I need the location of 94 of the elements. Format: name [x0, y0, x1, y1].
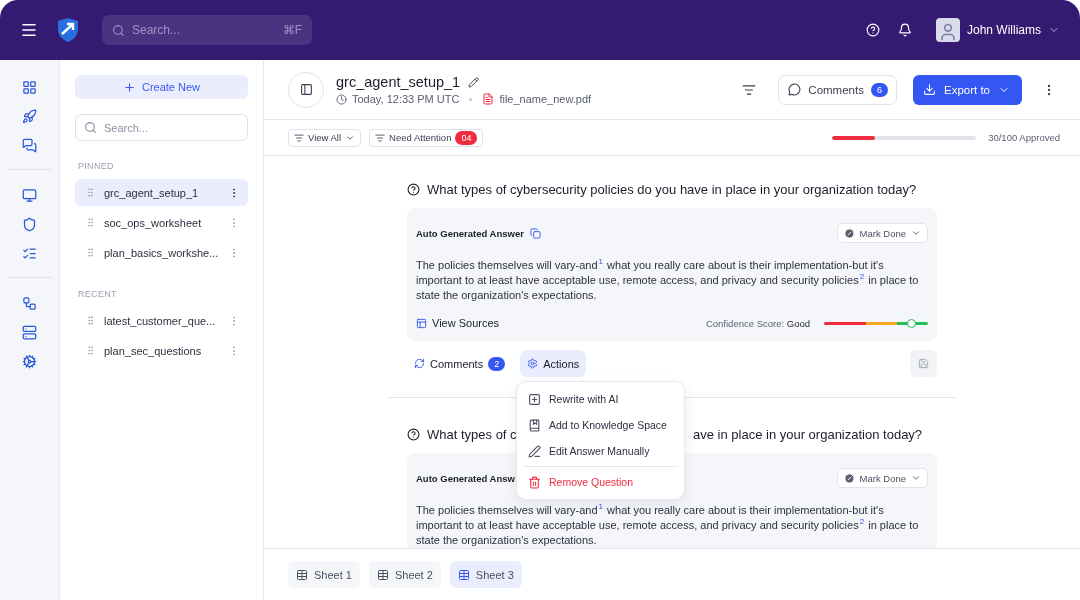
- sidebar-item[interactable]: plan_basics_workshe...: [75, 239, 248, 266]
- shield-logo-icon: [56, 17, 80, 43]
- menu-item[interactable]: Add to Knowledge Space: [517, 412, 684, 438]
- menu-icon[interactable]: [20, 21, 38, 39]
- comments-button[interactable]: Comments 6: [778, 74, 897, 105]
- monitor-icon[interactable]: [22, 188, 37, 203]
- answer-label: Auto Generated Answer: [416, 227, 524, 239]
- menu-item[interactable]: Edit Answer Manually: [517, 438, 684, 464]
- answer-text: The policies themselves will vary-and$^{1}$ what you really care about is their implementation-but it's important to at least have acceptable use, remote access, and privacy and security policies$^{2}$ in place to state the organization's expectations.: [416, 501, 920, 548]
- table-icon: [376, 568, 389, 581]
- filter-chip[interactable]: Need Attention 04: [369, 128, 484, 147]
- item-label: latest_customer_que...: [104, 314, 217, 327]
- help-icon: [407, 427, 420, 441]
- view-sources-button[interactable]: View Sources: [416, 317, 500, 329]
- status-circle-icon: [843, 472, 855, 484]
- comments-button[interactable]: Comments 2: [407, 350, 513, 377]
- sidebar-item[interactable]: soc_ops_worksheet: [75, 209, 248, 236]
- bookmark-book-icon: [528, 418, 541, 432]
- download-icon: [922, 83, 936, 96]
- checklist-icon[interactable]: [22, 246, 37, 261]
- mark-done-dropdown[interactable]: Mark Done: [836, 468, 928, 488]
- drag-handle-icon[interactable]: [85, 315, 96, 326]
- copy-icon[interactable]: [529, 227, 541, 239]
- table-icon: [296, 568, 308, 581]
- bell-icon[interactable]: [898, 23, 912, 37]
- server-icon[interactable]: [22, 325, 37, 340]
- avatar-silhouette: [936, 18, 960, 42]
- rocket-icon[interactable]: [22, 109, 37, 124]
- search-icon: [112, 23, 125, 37]
- search-icon: [84, 121, 97, 134]
- actions-button[interactable]: Actions: [520, 350, 587, 377]
- drag-handle-icon[interactable]: [85, 345, 96, 356]
- sidebar-item[interactable]: plan_sec_questions: [75, 337, 248, 364]
- create-new-button[interactable]: Create New: [75, 75, 248, 99]
- question-text: ave in place in your organization today?: [693, 426, 923, 442]
- table-icon: [457, 568, 470, 581]
- filter-button[interactable]: [742, 82, 757, 97]
- item-label: plan_sec_questions: [104, 344, 203, 357]
- status-circle-icon: [843, 227, 855, 239]
- progress-label: 30/100 Approved: [988, 132, 1060, 143]
- answer-label: Auto Generated Answ: [416, 472, 515, 484]
- answer-text: The policies themselves will vary-and$^{1}$ what you really care about is their implementation-but it's important to at least have acceptable use, remote access, and privacy and security policies$^{2}$ in place to state the organization's expectations.: [416, 256, 920, 303]
- help-icon[interactable]: [866, 23, 880, 37]
- question-text: What types of c: [427, 426, 517, 442]
- gear-icon[interactable]: [22, 354, 37, 369]
- section-title: RECENT: [78, 289, 118, 299]
- sidebar-panel-icon: [299, 83, 313, 96]
- sheet-tab[interactable]: Sheet 2: [368, 561, 441, 588]
- gear-icon: [527, 358, 539, 369]
- sidebar-item[interactable]: latest_customer_que...: [75, 307, 248, 334]
- document-title: grc_agent_setup_1: [336, 74, 461, 90]
- refresh-icon: [414, 358, 425, 369]
- filter-icon: [742, 82, 757, 97]
- sheet-tab[interactable]: Sheet 3: [449, 561, 522, 588]
- section-title: PINNED: [78, 161, 115, 171]
- sheet-tab[interactable]: Sheet 1: [288, 561, 360, 588]
- filter-icon: [294, 132, 304, 143]
- file-link[interactable]: file_name_new.pdf: [499, 93, 592, 105]
- clock-icon: [336, 93, 347, 105]
- chevron-down-icon: [911, 228, 921, 238]
- filter-chip[interactable]: View All: [288, 128, 362, 147]
- help-icon: [407, 182, 420, 196]
- shield-icon[interactable]: [22, 217, 37, 232]
- drag-handle-icon[interactable]: [85, 187, 96, 198]
- drag-handle-icon[interactable]: [85, 217, 96, 228]
- workflow-icon[interactable]: [22, 296, 37, 311]
- user-menu[interactable]: John Williams: [936, 18, 1060, 42]
- sidebar-item[interactable]: grc_agent_setup_1: [75, 179, 248, 206]
- question-text: What types of cybersecurity policies do you have in place in your organization today?: [427, 181, 917, 197]
- menu-item[interactable]: Rewrite with AI: [517, 386, 684, 412]
- pdf-file-icon: [482, 93, 495, 105]
- shortcut-hint: ⌘F: [282, 23, 302, 37]
- speech-bubble-icon: [788, 83, 802, 96]
- timestamp: Today, 12:33 PM UTC: [352, 93, 460, 105]
- pencil-icon: [528, 444, 541, 458]
- search-field[interactable]: Search... ⌘F: [102, 15, 312, 45]
- panel-toggle-button[interactable]: [288, 71, 324, 108]
- item-label: soc_ops_worksheet: [104, 216, 203, 229]
- drag-handle-icon[interactable]: [85, 247, 96, 258]
- grid-icon[interactable]: [22, 80, 37, 95]
- menu-item[interactable]: Remove Question: [517, 469, 684, 495]
- panel-icon: [416, 317, 427, 329]
- chevron-down-icon: [911, 473, 921, 483]
- item-label: grc_agent_setup_1: [104, 186, 200, 199]
- edit-icon[interactable]: [468, 76, 480, 88]
- chat-icon[interactable]: [22, 138, 37, 153]
- export-button[interactable]: Export to: [912, 74, 1022, 105]
- mark-done-dropdown[interactable]: Mark Done: [836, 223, 928, 243]
- trash-icon: [528, 475, 541, 489]
- save-icon: [918, 358, 929, 369]
- plus-icon: [122, 80, 136, 94]
- item-label: plan_basics_workshe...: [104, 246, 220, 259]
- filter-icon: [375, 132, 386, 143]
- confidence-score-text: Confidence Score: Good: [705, 317, 810, 329]
